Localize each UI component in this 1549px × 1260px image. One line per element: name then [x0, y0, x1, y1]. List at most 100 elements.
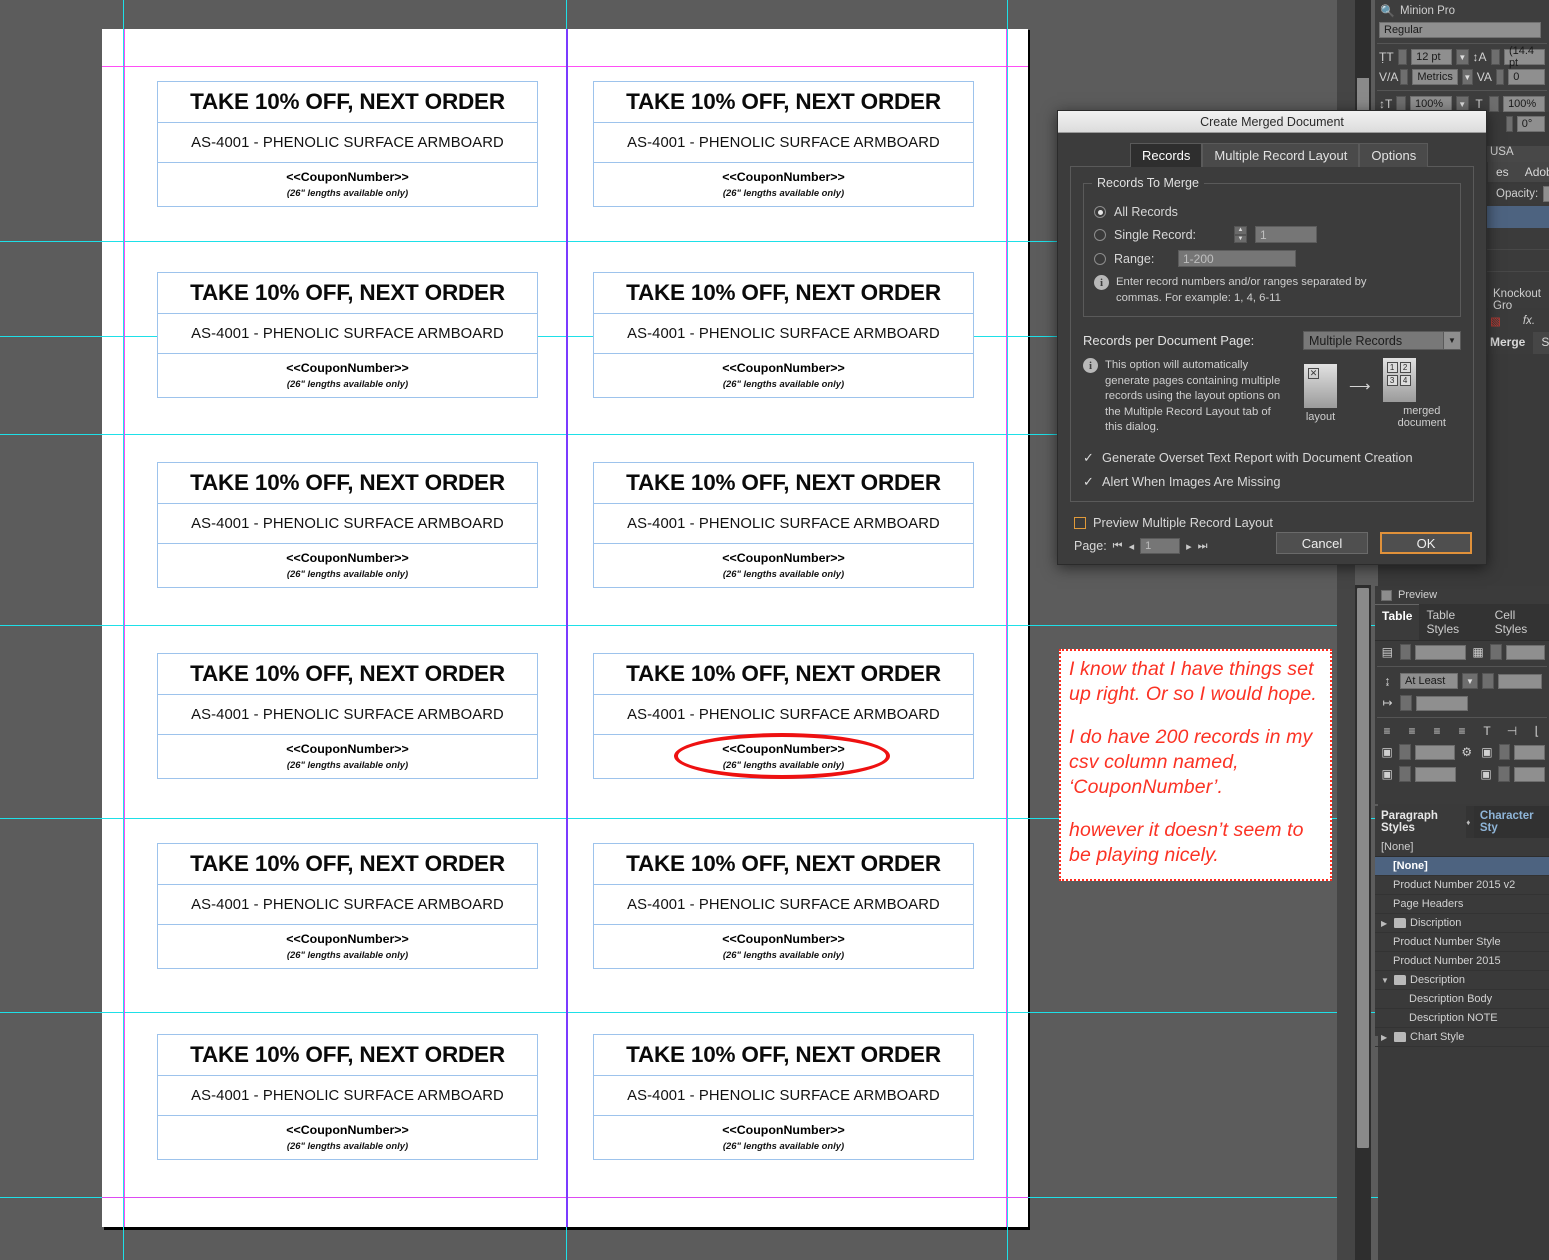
tab-options[interactable]: Options — [1359, 143, 1429, 167]
row-height-field[interactable] — [1498, 673, 1542, 689]
align-top-icon[interactable]: ≡ — [1379, 724, 1395, 738]
table-panel[interactable]: Table Table Styles Cell Styles ▤ ▦ ↨ At … — [1375, 604, 1549, 804]
last-page-icon[interactable]: ⏭ — [1198, 540, 1208, 553]
chevron-right-icon[interactable]: ▶ — [1381, 1033, 1390, 1042]
coupon-card[interactable]: TAKE 10% OFF, NEXT ORDER AS-4001 - PHENOL… — [157, 272, 538, 398]
style-group-row[interactable]: ▶ Chart Style — [1375, 1028, 1549, 1047]
tracking-field[interactable]: 0 — [1508, 69, 1546, 85]
font-size-row[interactable]: ṬT 12 pt ▼ ↕A (14.4 pt — [1375, 45, 1549, 69]
coupon-card[interactable]: TAKE 10% OFF, NEXT ORDER AS-4001 - PHENOL… — [157, 462, 538, 588]
column-width-row[interactable]: ↦ — [1375, 692, 1549, 714]
inset-right-stepper[interactable] — [1498, 766, 1510, 782]
preview-row[interactable]: Preview — [1375, 586, 1549, 604]
checkbox-alert-images[interactable]: ✓ Alert When Images Are Missing — [1083, 474, 1461, 489]
columns-stepper[interactable] — [1490, 644, 1503, 660]
table-dimensions-row[interactable]: ▤ ▦ — [1375, 641, 1549, 663]
rows-field[interactable] — [1415, 644, 1466, 660]
single-record-field[interactable]: 1 — [1255, 226, 1317, 243]
tab-scripts[interactable]: Scri — [1533, 332, 1549, 354]
tab-records[interactable]: Records — [1130, 143, 1203, 167]
text-rotate-90-icon[interactable]: ⊣ — [1504, 724, 1520, 738]
chevron-down-icon[interactable]: ▼ — [1381, 976, 1390, 985]
style-group-row[interactable]: ▼ Description — [1375, 971, 1549, 990]
align-bottom-icon[interactable]: ≡ — [1429, 724, 1445, 738]
inset-right-field[interactable] — [1513, 766, 1545, 782]
inset-top-stepper[interactable] — [1399, 744, 1411, 760]
dialog-tabs[interactable]: Records Multiple Record Layout Options — [1130, 143, 1474, 167]
link-insets-icon[interactable]: ⚙ — [1459, 745, 1475, 759]
coupon-card[interactable]: TAKE 10% OFF, NEXT ORDER AS-4001 - PHENOL… — [157, 81, 538, 207]
cancel-button[interactable]: Cancel — [1276, 532, 1368, 554]
align-justify-icon[interactable]: ≡ — [1454, 724, 1470, 738]
paragraph-styles-panel[interactable]: Paragraph Styles ♦ Character Sty [None] … — [1375, 806, 1549, 1047]
radio-single-record-control[interactable] — [1094, 228, 1106, 241]
inset-bottom-row[interactable]: ▣ ▣ — [1375, 763, 1549, 785]
coupon-card[interactable]: TAKE 10% OFF, NEXT ORDER AS-4001 - PHENOL… — [593, 272, 974, 398]
tab-multiple-record-layout[interactable]: Multiple Record Layout — [1202, 143, 1360, 167]
fx-icon[interactable]: fx. — [1523, 315, 1535, 327]
clear-effects-icon[interactable]: ▧ — [1490, 314, 1501, 328]
radio-all-records-control[interactable] — [1094, 206, 1106, 218]
chevron-right-icon[interactable]: ▶ — [1381, 919, 1390, 928]
style-row[interactable]: Description Body — [1375, 990, 1549, 1009]
font-style-field[interactable]: Regular — [1379, 22, 1541, 38]
tab-character-styles[interactable]: Character Sty — [1473, 806, 1549, 838]
tab-table[interactable]: Table — [1375, 604, 1420, 640]
font-style-row[interactable]: Regular — [1375, 20, 1549, 40]
row-height-row[interactable]: ↨ At Least ▼ — [1375, 670, 1549, 692]
coupon-card[interactable]: TAKE 10% OFF, NEXT ORDER AS-4001 - PHENOL… — [593, 653, 974, 779]
radio-all-records[interactable]: All Records — [1094, 205, 1450, 219]
panel-scrollbar-thumb[interactable] — [1357, 588, 1369, 1148]
character-panel[interactable]: 🔍 Minion Pro Regular ṬT 12 pt ▼ ↕A (14.… — [1375, 0, 1549, 132]
radio-single-record[interactable]: Single Record: ▲ ▼ 1 — [1094, 226, 1450, 243]
inset-left-stepper[interactable] — [1498, 744, 1511, 760]
column-guide[interactable] — [566, 29, 568, 1227]
skew-stepper[interactable] — [1506, 116, 1513, 132]
column-width-field[interactable] — [1416, 695, 1468, 711]
next-page-icon[interactable]: ▸ — [1186, 540, 1192, 553]
style-row[interactable]: Description NOTE — [1375, 1009, 1549, 1028]
styles-panel-tabs[interactable]: Paragraph Styles ♦ Character Sty — [1375, 806, 1549, 838]
search-icon[interactable]: 🔍 — [1379, 4, 1396, 18]
style-row[interactable]: Page Headers — [1375, 895, 1549, 914]
coupon-card[interactable]: TAKE 10% OFF, NEXT ORDER AS-4001 - PHENOL… — [157, 1034, 538, 1160]
opacity-field[interactable]: 100% — [1543, 186, 1549, 202]
first-page-icon[interactable]: ⏮ — [1113, 540, 1123, 553]
font-size-stepper[interactable] — [1397, 49, 1408, 65]
coupon-card[interactable]: TAKE 10% OFF, NEXT ORDER AS-4001 - PHENOL… — [593, 81, 974, 207]
horizontal-scale-stepper[interactable] — [1489, 96, 1500, 112]
create-merged-document-dialog[interactable]: Create Merged Document Records Multiple … — [1057, 110, 1487, 565]
inset-bottom-field[interactable] — [1415, 766, 1456, 782]
leading-stepper[interactable] — [1490, 49, 1500, 65]
radio-range[interactable]: Range: 1-200 — [1094, 250, 1450, 267]
page-number-field[interactable]: 1 — [1140, 538, 1181, 554]
style-row[interactable]: Product Number Style — [1375, 933, 1549, 952]
coupon-card[interactable]: TAKE 10% OFF, NEXT ORDER AS-4001 - PHENOL… — [157, 653, 538, 779]
tracking-stepper[interactable] — [1495, 69, 1505, 85]
kerning-stepper[interactable] — [1400, 69, 1409, 85]
checkbox-preview-layout[interactable]: Preview Multiple Record Layout — [1074, 515, 1472, 530]
tab-paragraph-styles[interactable]: Paragraph Styles — [1375, 806, 1467, 838]
tab-swatches[interactable]: es — [1488, 162, 1517, 182]
inset-left-field[interactable] — [1514, 744, 1545, 760]
tab-table-styles[interactable]: Table Styles — [1419, 604, 1488, 640]
row-height-stepper[interactable] — [1482, 673, 1494, 689]
style-row[interactable]: Product Number 2015 v2 — [1375, 876, 1549, 895]
kerning-dropdown-icon[interactable]: ▼ — [1461, 69, 1473, 85]
ok-button[interactable]: OK — [1380, 532, 1472, 554]
coupon-card[interactable]: TAKE 10% OFF, NEXT ORDER AS-4001 - PHENOL… — [157, 843, 538, 969]
radio-range-control[interactable] — [1094, 252, 1106, 265]
range-field[interactable]: 1-200 — [1178, 250, 1296, 267]
checkmark-icon[interactable]: ✓ — [1083, 475, 1095, 488]
columns-field[interactable] — [1506, 644, 1545, 660]
single-record-stepper[interactable]: ▲ ▼ — [1234, 226, 1247, 243]
row-height-mode[interactable]: At Least — [1400, 673, 1458, 689]
rows-stepper[interactable] — [1399, 644, 1412, 660]
kerning-field[interactable]: Metrics — [1412, 69, 1458, 85]
guide-horizontal[interactable] — [0, 1012, 1549, 1013]
text-rotate-icon[interactable]: T — [1479, 724, 1495, 738]
guide-vertical[interactable] — [1007, 0, 1008, 1260]
guide-horizontal[interactable] — [0, 625, 1549, 626]
leading-field[interactable]: (14.4 pt — [1503, 45, 1546, 69]
records-per-page-select[interactable]: Multiple Records ▼ — [1303, 331, 1461, 351]
